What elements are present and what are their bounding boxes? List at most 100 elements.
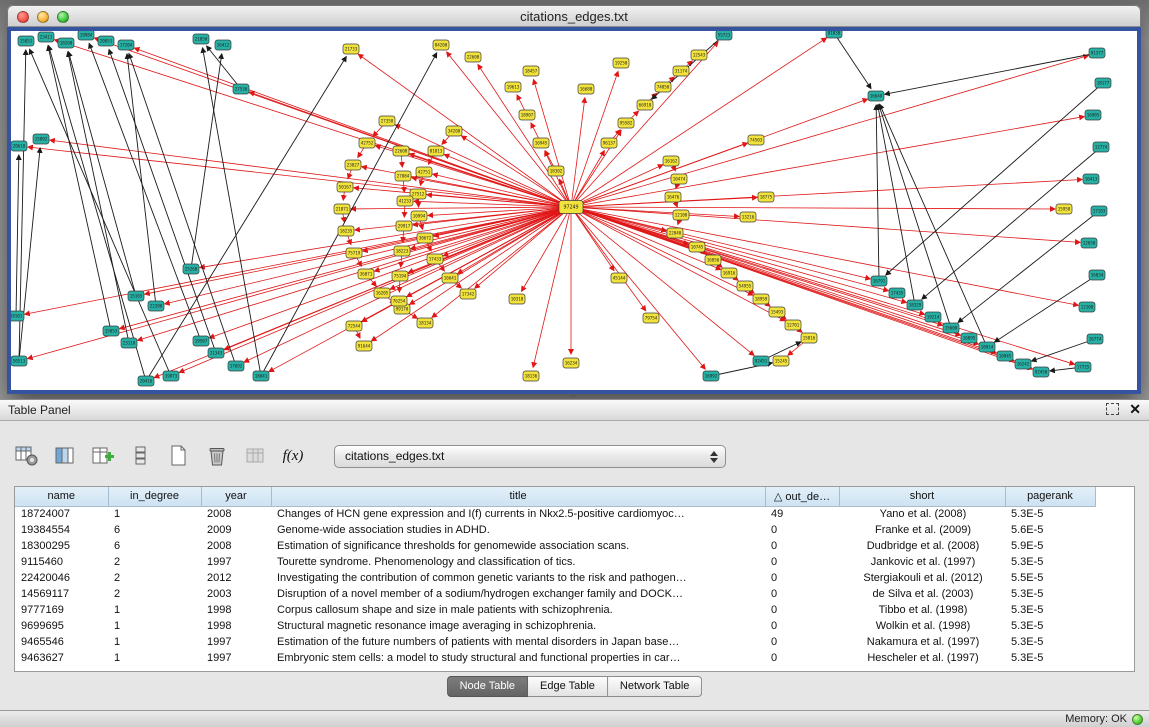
graph-node[interactable]: 81813	[428, 146, 444, 156]
table-cell[interactable]: Genome-wide association studies in ADHD.	[271, 522, 765, 538]
graph-node[interactable]: 15958	[1056, 204, 1072, 214]
graph-node[interactable]: 16234	[563, 358, 579, 368]
table-cell[interactable]: 1997	[201, 554, 271, 570]
graph-node[interactable]: 21343	[208, 348, 224, 358]
table-cell[interactable]: 1	[108, 506, 201, 522]
graph-node[interactable]: 12650	[1081, 238, 1097, 248]
tab-network-table[interactable]: Network Table	[608, 676, 703, 697]
graph-node[interactable]: 30672	[417, 233, 433, 243]
table-cell[interactable]: 0	[765, 618, 839, 634]
column-header-title[interactable]: title	[271, 487, 765, 506]
graph-node[interactable]: 91377	[1089, 48, 1105, 58]
graph-node[interactable]: 10994	[411, 211, 427, 221]
graph-node[interactable]: 22390	[148, 301, 164, 311]
graph-node[interactable]: 16992	[703, 371, 719, 381]
table-cell[interactable]: 19384554	[15, 522, 108, 538]
table-cell[interactable]: Corpus callosum shape and size in male p…	[271, 602, 765, 618]
graph-node[interactable]: 21050	[193, 34, 209, 44]
graph-node[interactable]: 13216	[740, 212, 756, 222]
table-cell[interactable]: 0	[765, 634, 839, 650]
minimize-window-button[interactable]	[37, 11, 49, 23]
graph-node[interactable]: 34200	[446, 126, 462, 136]
graph-node[interactable]: 74850	[655, 82, 671, 92]
delete-table-button[interactable]	[204, 443, 230, 469]
graph-node[interactable]: 79754	[643, 313, 659, 323]
table-cell[interactable]: 9777169	[15, 602, 108, 618]
table-row[interactable]: 2242004622012Investigating the contribut…	[15, 570, 1134, 586]
table-cell[interactable]: Investigating the contribution of common…	[271, 570, 765, 586]
graph-node[interactable]: 18041	[253, 371, 269, 381]
table-cell[interactable]: 49	[765, 506, 839, 522]
network-canvas[interactable]: 9724927358427522302750167218711823575719…	[11, 31, 1137, 390]
column-header-name[interactable]: name	[15, 487, 108, 506]
graph-node[interactable]: 17342	[460, 289, 476, 299]
graph-node[interactable]: 18260	[58, 38, 74, 48]
table-cell[interactable]: Dudbridge et al. (2008)	[839, 538, 1005, 554]
graph-node[interactable]: 55723	[716, 31, 732, 40]
graph-node[interactable]: 42751	[416, 167, 432, 177]
graph-node[interactable]: 72544	[346, 321, 362, 331]
show-columns-button[interactable]	[52, 443, 78, 469]
table-cell[interactable]: 5.5E-5	[1005, 570, 1095, 586]
graph-node[interactable]: 31174	[673, 66, 689, 76]
tab-node-table[interactable]: Node Table	[447, 676, 528, 697]
close-panel-icon[interactable]: ✕	[1129, 402, 1141, 416]
graph-node[interactable]: 15493	[769, 307, 785, 317]
graph-node[interactable]: 16095	[961, 333, 977, 343]
table-cell[interactable]: 2	[108, 570, 201, 586]
graph-node[interactable]: 16034	[1089, 270, 1105, 280]
graph-node[interactable]: 18223	[394, 246, 410, 256]
table-cell[interactable]: 5.3E-5	[1005, 586, 1095, 602]
table-cell[interactable]: 14569117	[15, 586, 108, 602]
table-cell[interactable]: 18724007	[15, 506, 108, 522]
graph-node[interactable]: 16648	[868, 91, 884, 101]
table-cell[interactable]: 22420046	[15, 570, 108, 586]
window-titlebar[interactable]: citations_edges.txt	[7, 5, 1141, 27]
graph-node[interactable]: 25260	[183, 264, 199, 274]
table-cell[interactable]: 2012	[201, 570, 271, 586]
table-cell[interactable]: 1997	[201, 634, 271, 650]
table-cell[interactable]: 5.3E-5	[1005, 618, 1095, 634]
graph-node[interactable]: 22600	[465, 52, 481, 62]
graph-node[interactable]: 23027	[345, 160, 361, 170]
table-cell[interactable]: de Silva et al. (2003)	[839, 586, 1005, 602]
table-cell[interactable]: 1998	[201, 618, 271, 634]
graph-node[interactable]: 91644	[356, 341, 372, 351]
graph-node[interactable]: 20851	[98, 36, 114, 46]
table-cell[interactable]: 1	[108, 602, 201, 618]
graph-node[interactable]: 41233	[397, 196, 413, 206]
float-panel-icon[interactable]	[1106, 403, 1119, 415]
graph-node[interactable]: 10318	[509, 294, 525, 304]
table-row[interactable]: 969969511998Structural magnetic resonanc…	[15, 618, 1134, 634]
graph-node[interactable]: 27084	[395, 171, 411, 181]
table-cell[interactable]: 2008	[201, 506, 271, 522]
table-cell[interactable]: Structural magnetic resonance image aver…	[271, 618, 765, 634]
graph-node[interactable]: 16905	[1085, 110, 1101, 120]
function-builder-button[interactable]: f(x)	[280, 443, 306, 469]
graph-node[interactable]: 10945	[997, 351, 1013, 361]
graph-node[interactable]: 54955	[737, 281, 753, 291]
table-cell[interactable]: 2	[108, 554, 201, 570]
graph-node[interactable]: 18302	[548, 166, 564, 176]
table-cell[interactable]: 9465546	[15, 634, 108, 650]
graph-node[interactable]: 16412	[215, 40, 231, 50]
graph-node[interactable]: 42752	[359, 138, 375, 148]
network-table-select[interactable]: citations_edges.txt	[334, 445, 726, 468]
graph-node[interactable]: 19214	[925, 312, 941, 322]
graph-node[interactable]: 21733	[343, 44, 359, 54]
table-cell[interactable]: 5.3E-5	[1005, 634, 1095, 650]
table-cell[interactable]: Nakamura et al. (1997)	[839, 634, 1005, 650]
graph-node[interactable]: 19984	[78, 31, 94, 40]
graph-node[interactable]: 15608	[943, 323, 959, 333]
graph-node[interactable]: 19613	[505, 82, 521, 92]
tab-edge-table[interactable]: Edge Table	[528, 676, 608, 697]
table-cell[interactable]: Estimation of significance thresholds fo…	[271, 538, 765, 554]
column-header-year[interactable]: year	[201, 487, 271, 506]
graph-node[interactable]: 19101	[11, 311, 24, 321]
graph-node[interactable]: 23411	[38, 32, 54, 42]
graph-node[interactable]: 84200	[433, 40, 449, 50]
graph-node[interactable]: 18914	[979, 342, 995, 352]
table-cell[interactable]: Tourette syndrome. Phenomenology and cla…	[271, 554, 765, 570]
graph-node[interactable]: 16413	[1083, 174, 1099, 184]
close-window-button[interactable]	[17, 11, 29, 23]
